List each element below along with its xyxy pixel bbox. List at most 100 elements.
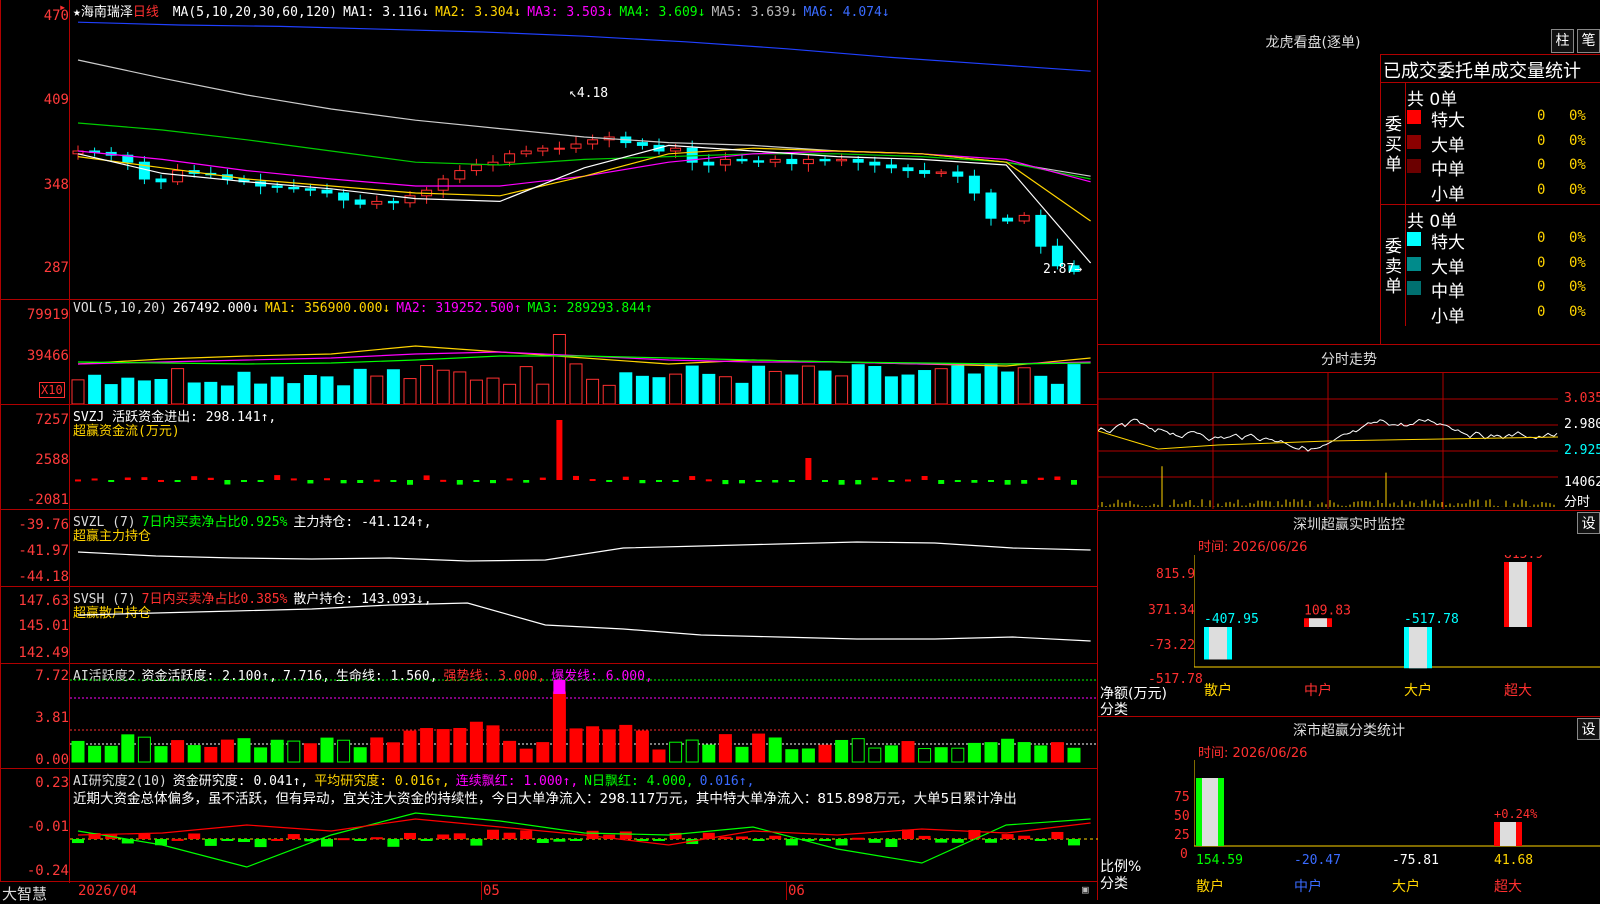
chart-mark	[838, 480, 845, 485]
menu-arrow-icon[interactable]: ▸	[59, 0, 66, 14]
chart-mark	[570, 839, 582, 841]
chart-mark	[985, 192, 997, 219]
chart-mark	[220, 739, 234, 763]
brand-label: 大智慧	[2, 885, 48, 903]
svzl-pane[interactable]: -39.76 -41.97 -44.18 SVZL (7) 7日内买卖净占比0.9…	[0, 509, 1098, 588]
chart-mark	[705, 479, 712, 482]
chart-mark	[1017, 367, 1031, 404]
chart-mark	[652, 749, 666, 763]
svsh-pane[interactable]: 147.63 145.01 142.49 SVSH (7) 7日内买卖净占比0.3…	[0, 586, 1098, 665]
chart-mark	[503, 383, 517, 404]
lhb-row-name: 特大	[1431, 233, 1465, 253]
chart-mark	[77, 144, 1092, 264]
chart-mark	[456, 480, 463, 485]
ai-research-pane[interactable]: 0.23 -0.01 -0.24 AI研究度2(10) 资金研究度: 0.041↑…	[0, 768, 1098, 883]
price-tick-348: 348	[43, 177, 69, 193]
chart-mark	[436, 729, 450, 763]
szc-category: 大户	[1392, 878, 1420, 895]
lhb-row-pct: 0%	[1569, 303, 1586, 320]
chart-mark	[836, 158, 848, 162]
lhb-row: 小单 0 0%	[1407, 179, 1600, 205]
ai-active-bars[interactable]	[70, 666, 1098, 768]
svzl-line[interactable]	[70, 512, 1098, 586]
svzl-axis: -39.76 -41.97 -44.18	[1, 510, 70, 588]
szc-category: 散户	[1196, 878, 1224, 895]
chart-mark	[785, 839, 798, 846]
szc-bars[interactable]: +0.24% 154.59 散户 -20.47 中户 -75.81 大户 41.68 超大	[1194, 760, 1600, 900]
chart-mark	[77, 150, 1091, 187]
chart-mark	[436, 369, 450, 404]
chart-mark	[718, 734, 732, 763]
szm-bar-label: 815.9	[1504, 555, 1543, 562]
chart-mark	[155, 178, 167, 183]
candlestick-chart[interactable]	[70, 18, 1098, 298]
svsh-line[interactable]	[70, 589, 1098, 663]
chart-area[interactable]: 470 409 348 287 ▸ ★海南瑞泽日线 MA(5,10,20,30,…	[0, 0, 1098, 903]
svzj-tick-3: -2081	[26, 492, 69, 508]
chart-mark	[104, 384, 118, 404]
ai-active-pane[interactable]: 7.72 3.81 0.00 AI活跃度2 资金活跃度: 2.100↑, 7.716…	[0, 663, 1098, 770]
lhb-row-pct: 0%	[1569, 279, 1586, 295]
lock-icon[interactable]: ▣	[1082, 883, 1089, 896]
volume-bars[interactable]	[70, 318, 1098, 404]
chart-mark	[469, 379, 483, 404]
chart-mark	[321, 839, 333, 847]
sz-class-chart[interactable]: 75 50 25 0 比例% 分类 +0.24% 154.59 散户 -20.47 中户…	[1098, 760, 1600, 900]
intraday-line[interactable]	[1098, 373, 1558, 509]
chart-mark	[371, 200, 383, 205]
color-swatch	[1407, 159, 1421, 173]
chart-mark	[437, 178, 449, 191]
chart-mark	[1054, 476, 1061, 480]
svzj-pane[interactable]: 7257 2588 -2081 SVZJ 活跃资金进出: 298.141↑, 超…	[0, 404, 1098, 511]
ai-active-tick-2: 3.81	[35, 710, 69, 726]
chart-mark	[338, 192, 350, 201]
chart-mark	[221, 839, 234, 841]
volume-pane[interactable]: 79919 39466 X10 VOL(5,10,20) 267492.000↓ M…	[0, 299, 1098, 406]
szm-bar-label: -517.78	[1404, 612, 1459, 627]
chart-mark	[71, 740, 85, 763]
legend-item: 267492.000↓	[172, 301, 260, 316]
chart-mark	[519, 748, 533, 763]
chart-mark	[172, 170, 184, 183]
szc-annotation: +0.24%	[1494, 807, 1538, 821]
chart-mark	[204, 746, 218, 763]
szm-bars[interactable]: -407.95 散户 109.83 中户 -517.78 大户 815.9 超大	[1194, 555, 1600, 715]
chart-mark	[187, 745, 201, 763]
chart-mark	[237, 738, 251, 763]
szc-xlabel: 分类	[1100, 876, 1128, 892]
vol-tick-2: 39466	[26, 348, 69, 364]
chart-mark	[951, 365, 965, 404]
chart-mark	[473, 480, 480, 482]
price-pane[interactable]: 470 409 348 287 ▸ ★海南瑞泽日线 MA(5,10,20,30,…	[0, 0, 1098, 300]
sz-monitor-chart[interactable]: 815.9 371.34 -73.22 -517.78 净额(万元) 分类 -4…	[1098, 555, 1600, 718]
intraday-vol-tick: 14062	[1564, 475, 1600, 490]
chart-mark	[1001, 834, 1014, 839]
chart-mark	[1021, 480, 1028, 484]
lhb-row-name: 中单	[1431, 160, 1465, 180]
svzj-bars[interactable]	[70, 407, 1098, 509]
chart-mark	[77, 21, 1091, 72]
tick-view-button[interactable]: 笔	[1577, 29, 1600, 53]
szc-category: 超大	[1494, 879, 1522, 895]
chart-mark	[453, 371, 467, 404]
chart-mark	[835, 839, 848, 846]
column-view-button[interactable]: 柱	[1551, 29, 1574, 53]
chart-mark	[652, 377, 666, 404]
sz-monitor-settings-button[interactable]: 设	[1577, 512, 1600, 534]
chart-mark	[785, 374, 799, 404]
ai-research-bars[interactable]	[70, 805, 1098, 881]
chart-mark	[353, 747, 367, 763]
lhb-row: 特大 0 0%	[1407, 227, 1600, 253]
chart-mark	[171, 838, 184, 841]
chart-mark	[174, 480, 181, 482]
chart-mark	[271, 838, 284, 841]
chart-mark	[503, 740, 517, 763]
chart-mark	[320, 737, 334, 763]
intraday-chart[interactable]: 3.035 2.980 2.925 14062 分时	[1098, 372, 1600, 511]
chart-mark	[855, 480, 862, 485]
chart-mark	[353, 368, 367, 404]
chart-mark	[622, 476, 629, 480]
sz-class-settings-button[interactable]: 设	[1577, 718, 1600, 740]
chart-mark	[420, 728, 434, 763]
chart-mark	[553, 147, 565, 150]
